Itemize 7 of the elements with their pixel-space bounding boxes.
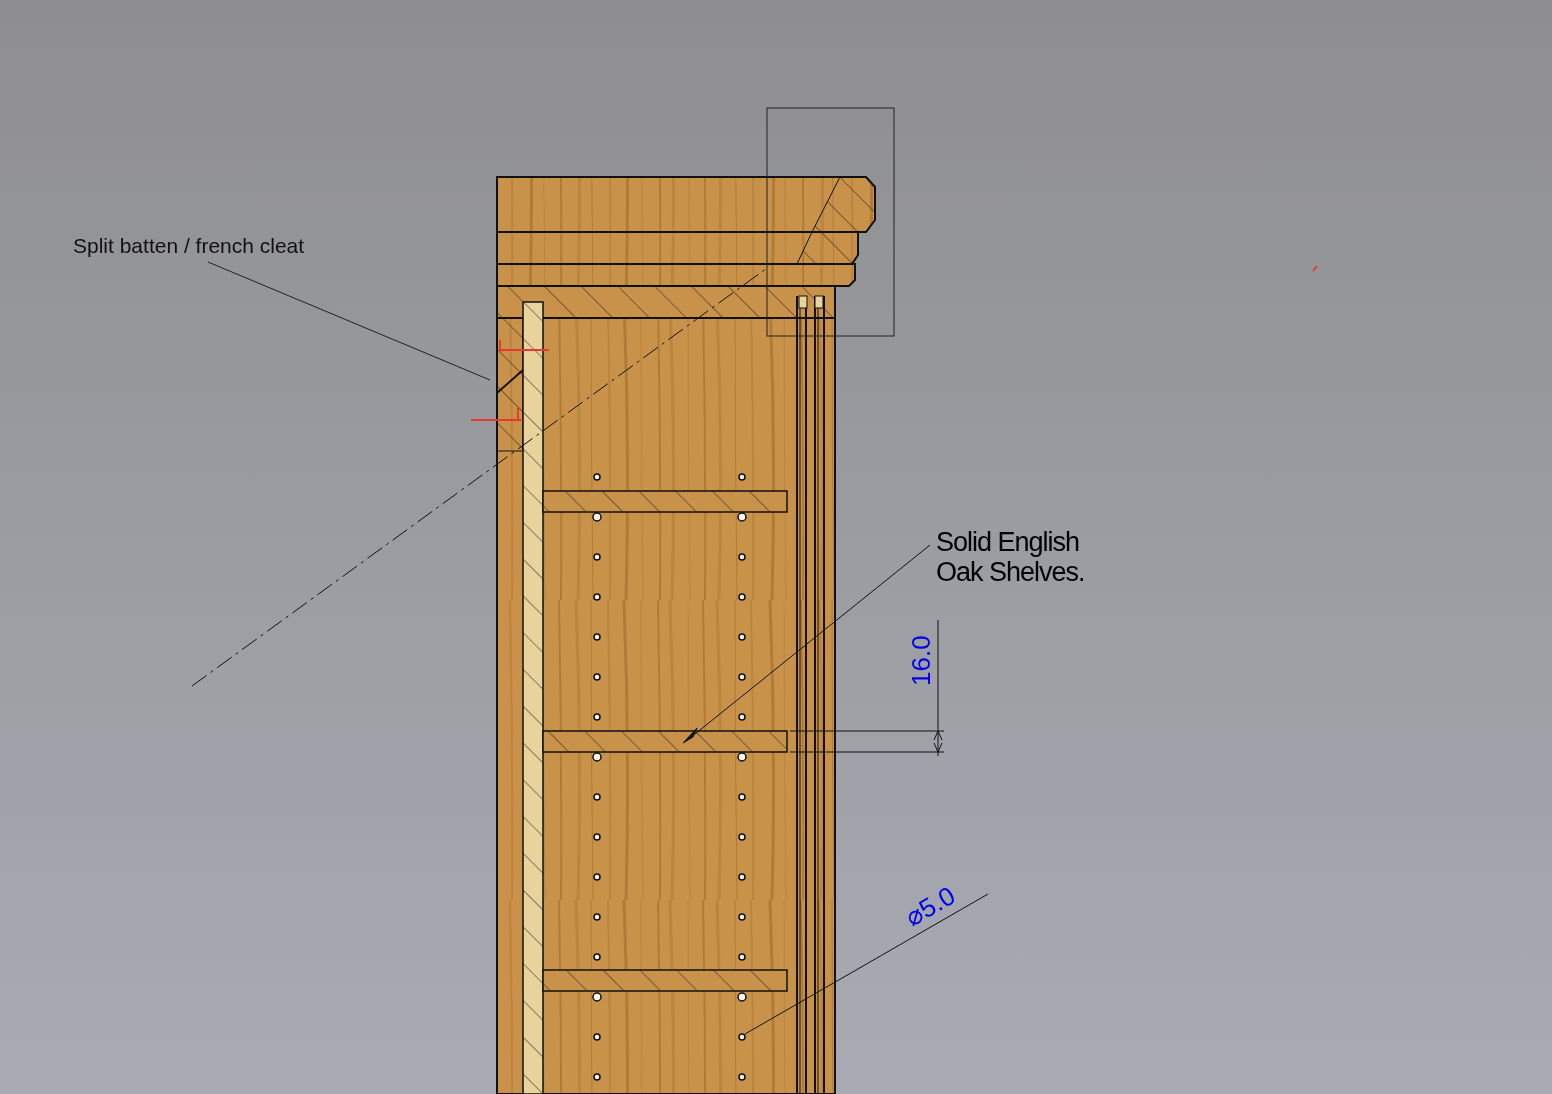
dimension-value: ⌀5.0 — [900, 880, 961, 933]
section-marker — [499, 339, 550, 353]
annotation-label: Solid English Oak Shelves. — [936, 527, 1085, 587]
dimension-value: 16.0 — [906, 635, 936, 686]
annotation-label: Split batten / french cleat — [73, 234, 305, 257]
section-marker — [470, 407, 522, 421]
stray-tick-mark — [1312, 265, 1318, 272]
